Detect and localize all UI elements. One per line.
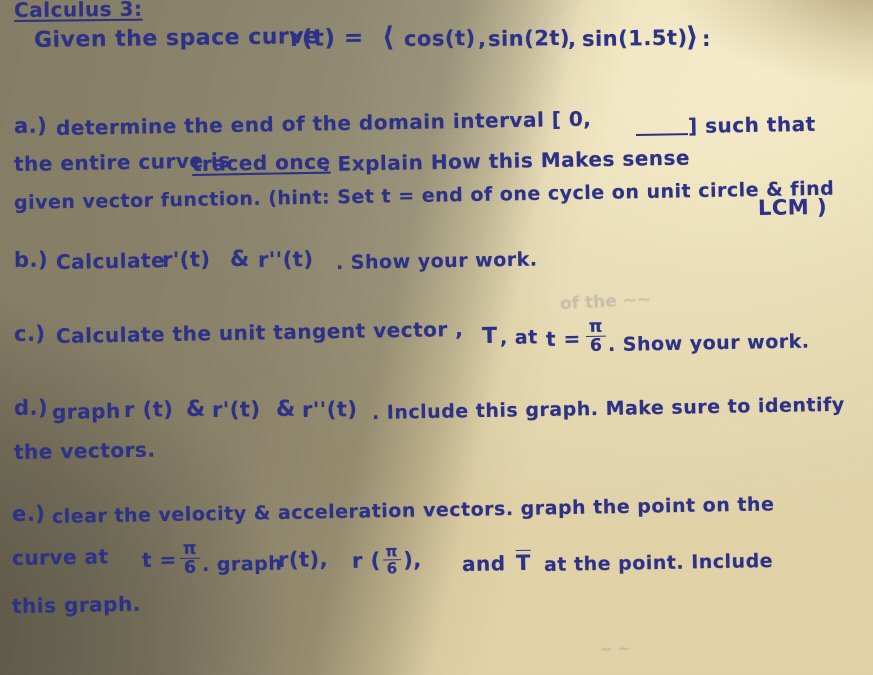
vector-component-y: sin(2t) — [487, 25, 571, 51]
part-e-expr-position: r(t), — [277, 547, 329, 572]
part-a-line3-lcm: LCM ) — [757, 194, 828, 220]
part-c-at: , at — [499, 326, 538, 349]
part-d-expr-acceleration: r''(t) — [301, 397, 358, 422]
part-b-text-pre: Calculate — [55, 248, 166, 274]
vector-comma-1: , — [477, 26, 487, 51]
part-e-line2-mid: . graph — [201, 552, 283, 576]
part-e-line2-pre: curve at — [11, 544, 109, 570]
part-e-fraction-denominator: 6 — [183, 558, 197, 579]
prompt-colon: : — [701, 26, 712, 51]
vector-close-angle: ⟩ — [685, 21, 700, 53]
part-e-line3: this graph. — [11, 591, 142, 618]
part-d-label: d.) — [13, 395, 49, 420]
page-title: Calculus 3: — [13, 0, 143, 22]
part-c-pi-over-six: π 6 — [584, 317, 609, 357]
prompt-lead: Given the space curve — [33, 24, 320, 53]
part-e-fraction-numerator: π — [179, 539, 201, 560]
prompt-function-label: r(t) = — [289, 24, 364, 52]
part-d-expr-position: r (t) — [123, 397, 174, 422]
part-c-fraction-numerator: π — [585, 317, 607, 338]
part-e-line2-tail: at the point. Include — [543, 550, 774, 576]
part-e-unit-tangent-symbol: T — [515, 549, 532, 575]
part-b-ampersand: & — [229, 246, 250, 272]
part-c-label: c.) — [13, 321, 46, 346]
part-d-line2: the vectors. — [13, 437, 156, 464]
vector-component-x: cos(t) — [403, 26, 476, 51]
part-b-expr-first-derivative: r'(t) — [161, 247, 211, 272]
part-c-unit-tangent-symbol: T — [481, 323, 498, 349]
part-d-text-pre: graph — [51, 398, 121, 424]
vector-component-z: sin(1.5t) — [581, 25, 688, 51]
part-b-text-post: . Show your work. — [335, 248, 538, 274]
part-d-expr-velocity: r'(t) — [211, 397, 261, 422]
handwritten-page: of the ~~ ~ ~ Calculus 3: Given the spac… — [0, 0, 873, 675]
part-b-expr-second-derivative: r''(t) — [257, 247, 314, 272]
part-a-line2-emphasis: traced once — [191, 149, 331, 176]
part-e-expr-open: r ( — [351, 548, 381, 573]
part-e-expr-frac-num: π — [382, 542, 402, 561]
part-e-expr-frac-den: 6 — [386, 559, 398, 578]
part-d-ampersand-2: & — [275, 396, 296, 422]
vector-open-angle: ⟨ — [381, 21, 396, 53]
vector-comma-2: , — [567, 26, 577, 51]
part-a-label: a.) — [13, 113, 48, 138]
part-e-and: and — [461, 551, 506, 576]
part-c-t-equals: t = — [545, 326, 581, 351]
part-e-expr-position-at-pi-over-six: r (π 6), — [351, 542, 422, 578]
part-e-t-equals: t = — [141, 547, 177, 572]
part-b-label: b.) — [13, 247, 49, 272]
part-c-text-post: . Show your work. — [607, 330, 810, 356]
part-e-expr-close: ), — [402, 547, 422, 572]
part-c-fraction-denominator: 6 — [589, 336, 603, 357]
part-e-pi-over-six: π 6 — [178, 539, 203, 579]
part-e-label: e.) — [11, 501, 46, 526]
part-a-line1-post: ] such that — [687, 111, 816, 138]
part-d-ampersand-1: & — [185, 396, 206, 422]
